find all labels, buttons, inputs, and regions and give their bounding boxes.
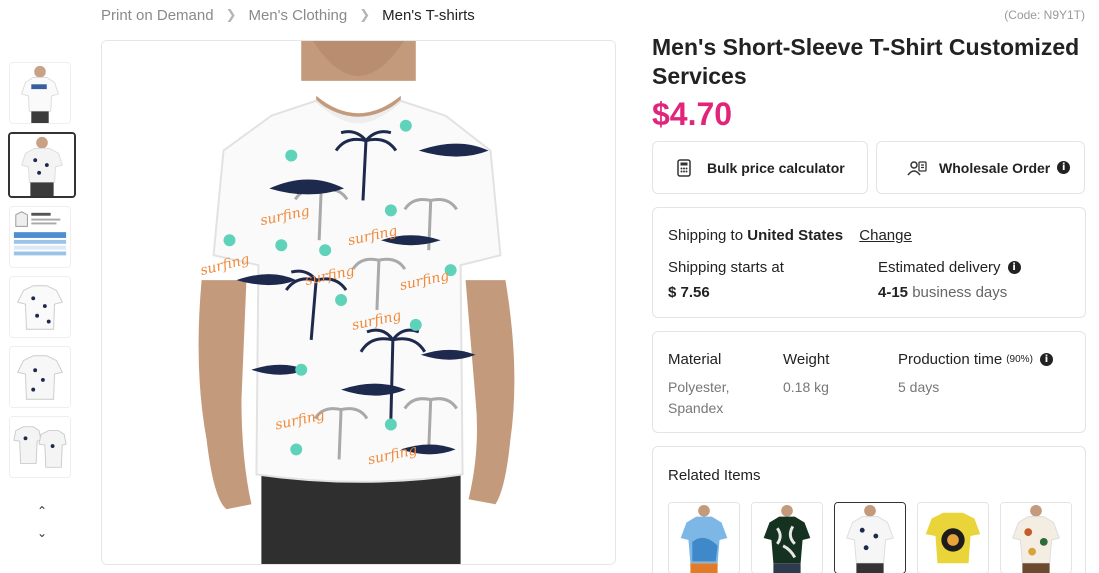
- related-items-list: [668, 502, 1083, 573]
- estimated-delivery-value: 4-15 business days: [878, 284, 1007, 301]
- thumbnail-1[interactable]: [9, 62, 71, 124]
- chevron-right-icon: ❯: [359, 7, 371, 22]
- shipping-starts-label: Shipping starts at: [668, 259, 784, 276]
- specs-card: Material Polyester, Spandex Weight 0.18 …: [652, 331, 1086, 433]
- spec-material: Material Polyester, Spandex: [668, 351, 768, 419]
- thumbnail-list: [8, 62, 76, 486]
- thumbnail-3[interactable]: [9, 206, 71, 268]
- thumbnail-nav: ⌃ ⌄: [28, 500, 56, 544]
- shipping-starts-value: $ 7.56: [668, 284, 710, 301]
- material-label: Material: [668, 351, 722, 368]
- related-item-1[interactable]: [668, 502, 740, 573]
- chevron-right-icon: ❯: [225, 7, 237, 22]
- product-page: Print on Demand ❯ Men's Clothing ❯ Men's…: [0, 0, 1099, 573]
- spec-production-time: Production time (90%) i 5 days: [898, 351, 1053, 398]
- breadcrumb: Print on Demand ❯ Men's Clothing ❯ Men's…: [101, 5, 475, 25]
- thumbnail-4[interactable]: [9, 276, 71, 338]
- related-item-3[interactable]: [834, 502, 906, 573]
- production-time-value: 5 days: [898, 379, 940, 395]
- thumbnail-5[interactable]: [9, 346, 71, 408]
- weight-label: Weight: [783, 351, 830, 368]
- material-value: Polyester, Spandex: [668, 379, 730, 416]
- shipping-country: United States: [747, 227, 844, 244]
- breadcrumb-print-on-demand[interactable]: Print on Demand: [101, 7, 214, 24]
- product-title: Men's Short-Sleeve T-Shirt Customized Se…: [652, 34, 1080, 89]
- info-icon[interactable]: i: [1007, 261, 1021, 274]
- chevron-down-icon[interactable]: ⌄: [28, 522, 56, 544]
- product-price: $4.70: [652, 96, 733, 132]
- product-code: (Code: N9Y1T): [1004, 8, 1085, 22]
- chevron-up-icon[interactable]: ⌃: [28, 500, 56, 522]
- estimated-delivery-range: 4-15: [878, 284, 909, 301]
- production-time-label: Production time (90%) i: [898, 351, 1053, 368]
- bulk-price-calculator-button[interactable]: Bulk price calculator: [652, 141, 868, 194]
- users-icon: [907, 159, 927, 177]
- spec-weight: Weight 0.18 kg: [783, 351, 829, 398]
- related-item-4[interactable]: [917, 502, 989, 573]
- estimated-delivery-unit: business days: [912, 284, 1008, 301]
- related-items-card: Related Items: [652, 446, 1086, 573]
- shipping-destination: Shipping to United States Change: [668, 227, 912, 244]
- related-item-2[interactable]: [751, 502, 823, 573]
- breadcrumb-mens-clothing[interactable]: Men's Clothing: [248, 7, 347, 24]
- breadcrumb-current: Men's T-shirts: [382, 6, 475, 24]
- estimated-delivery-label: Estimated delivery: [878, 259, 1001, 276]
- bulk-price-calculator-label: Bulk price calculator: [707, 159, 845, 176]
- shipping-prefix: Shipping to: [668, 227, 744, 244]
- thumbnail-2[interactable]: [8, 132, 76, 198]
- wholesale-order-label: Wholesale Order: [939, 159, 1051, 176]
- thumbnail-6[interactable]: [9, 416, 71, 478]
- production-time-percent: (90%): [1006, 354, 1033, 365]
- related-item-5[interactable]: [1000, 502, 1072, 573]
- info-icon[interactable]: i: [1057, 161, 1071, 174]
- main-product-image[interactable]: surfing surfing surfing surfing surfing …: [101, 40, 616, 565]
- related-items-title: Related Items: [668, 467, 761, 484]
- wholesale-order-button[interactable]: Wholesale Order i: [876, 141, 1085, 194]
- production-time-text: Production time: [898, 351, 1003, 368]
- change-country-link[interactable]: Change: [859, 227, 912, 244]
- info-icon[interactable]: i: [1039, 353, 1053, 366]
- calculator-icon: [675, 158, 693, 177]
- estimated-delivery: Estimated delivery i: [878, 259, 1021, 276]
- weight-value: 0.18 kg: [783, 379, 829, 395]
- shipping-card: Shipping to United States Change Shippin…: [652, 207, 1086, 318]
